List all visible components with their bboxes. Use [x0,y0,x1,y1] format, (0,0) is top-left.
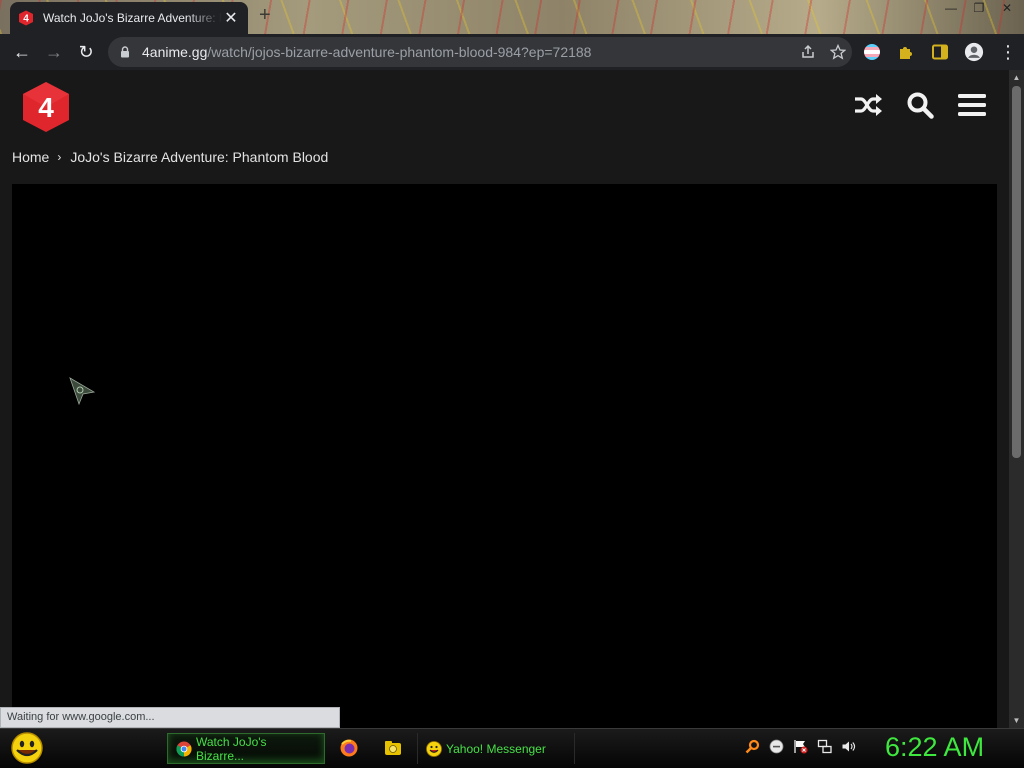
browser-tabstrip: 4 Watch JoJo's Bizarre Adventure: Phanto… [0,0,1024,34]
tray-action-center-flag-icon[interactable] [793,739,808,754]
taskbar: Watch JoJo's Bizarre... Yahoo! Messenger [0,728,1024,768]
header-actions [853,90,987,120]
taskbar-chrome-window[interactable]: Watch JoJo's Bizarre... [167,733,325,764]
site-logo[interactable]: 4 [22,81,70,133]
share-icon[interactable] [800,44,816,60]
side-panel-icon[interactable] [930,42,950,62]
taskbar-clock[interactable]: 6:22 AM [885,732,984,763]
extensions-area: ⋮ [862,34,1018,70]
minimize-button[interactable]: — [942,1,960,15]
chrome-icon [176,741,192,757]
site-favicon-icon: 4 [19,10,33,26]
omnibox-actions [800,37,846,67]
tray-search-icon[interactable] [745,739,760,754]
tray-messenger-status-icon[interactable] [769,739,784,754]
new-tab-button[interactable]: + [259,4,271,27]
browser-menu-icon[interactable]: ⋮ [998,42,1018,62]
firefox-icon[interactable] [339,738,359,758]
status-bubble: Waiting for www.google.com... [0,707,340,728]
system-tray [745,739,856,754]
search-icon[interactable] [905,90,935,120]
bookmark-star-icon[interactable] [830,44,846,60]
screen: 4 Watch JoJo's Bizarre Adventure: Phanto… [0,0,1024,768]
scrollbar-thumb[interactable] [1012,86,1021,458]
maximize-button[interactable]: ❐ [970,1,988,15]
start-button-smiley-icon[interactable] [8,731,46,767]
mouse-cursor-icon [69,377,96,406]
url-text: 4anime.gg/watch/jojos-bizarre-adventure-… [142,44,591,60]
task-label: Watch JoJo's Bizarre... [196,734,267,763]
close-window-button[interactable]: ✕ [998,1,1016,15]
video-player[interactable] [12,184,997,728]
tab-close-icon[interactable]: ✕ [222,8,240,28]
address-bar[interactable]: 4anime.gg/watch/jojos-bizarre-adventure-… [108,37,852,67]
lock-icon [121,46,129,58]
scroll-up-arrow-icon[interactable]: ▲ [1009,70,1024,85]
browser-tab[interactable]: 4 Watch JoJo's Bizarre Adventure: Phanto… [10,2,248,34]
extensions-puzzle-icon[interactable] [896,42,916,62]
breadcrumb-home-link[interactable]: Home [12,149,49,165]
taskbar-yahoo-messenger[interactable]: Yahoo! Messenger [417,733,575,764]
site-header: 4 [0,70,1009,146]
tab-title: Watch JoJo's Bizarre Adventure: Phantom … [43,11,222,25]
tray-volume-icon[interactable] [841,739,856,754]
breadcrumb-current: JoJo's Bizarre Adventure: Phantom Blood [70,149,329,165]
breadcrumb: Home › JoJo's Bizarre Adventure: Phantom… [12,149,328,165]
hamburger-menu-icon[interactable] [957,90,987,120]
browser-toolbar: ← → ↻ 4anime.gg/watch/jojos-bizarre-adve… [0,34,1024,70]
back-button[interactable]: ← [6,36,38,68]
svg-text:4: 4 [23,14,29,25]
scroll-down-arrow-icon[interactable]: ▼ [1009,713,1024,728]
forward-button[interactable]: → [38,36,70,68]
window-controls: — ❐ ✕ [942,0,1016,16]
page-scrollbar[interactable]: ▲ ▼ [1009,70,1024,728]
url-host: 4anime.gg [142,44,208,60]
profile-avatar-icon[interactable] [964,42,984,62]
profile-flag-icon[interactable] [862,42,882,62]
yahoo-messenger-smiley-icon [426,740,442,757]
messenger-folder-icon[interactable] [383,738,403,758]
task-label: Yahoo! Messenger [446,741,546,756]
web-page: 4 Home › JoJo's Bizarre Adventure: Phant… [0,70,1009,728]
logo-text: 4 [38,92,54,123]
random-shuffle-icon[interactable] [853,90,883,120]
url-path: /watch/jojos-bizarre-adventure-phantom-b… [207,44,592,60]
breadcrumb-chevron-icon: › [57,150,62,164]
reload-button[interactable]: ↻ [70,36,102,68]
tray-network-icon[interactable] [817,739,832,754]
